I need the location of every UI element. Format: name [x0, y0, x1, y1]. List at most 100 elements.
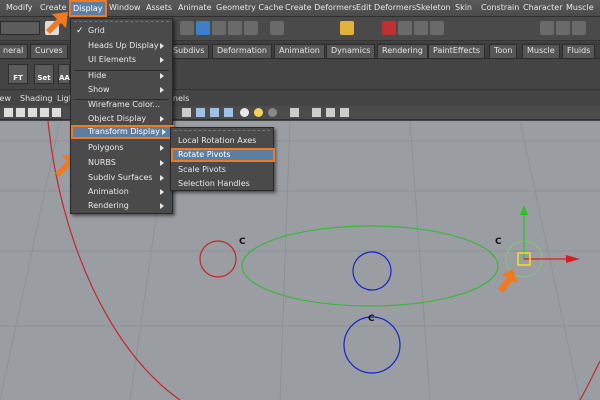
menu-item-polygons[interactable]: Polygons [73, 141, 170, 155]
submenu-arrow-icon [160, 116, 164, 122]
red-circle[interactable] [199, 240, 237, 278]
shelf-button-ft[interactable]: FT [8, 64, 28, 84]
wireframe-icon[interactable] [182, 108, 191, 117]
textured-icon[interactable] [224, 108, 233, 117]
wireframe-on-shaded-icon[interactable] [210, 108, 219, 117]
shelf-tab-deformation[interactable]: Deformation [212, 44, 272, 58]
menu-item-show[interactable]: Show [73, 83, 170, 97]
menu-item-selection-handles[interactable]: Selection Handles [173, 177, 271, 191]
menu-item-grid[interactable]: ✓ Grid [73, 24, 170, 38]
all-lights-icon[interactable] [254, 108, 263, 117]
image-plane-icon[interactable] [40, 108, 49, 117]
shelf-tab-rendering[interactable]: Rendering [377, 44, 428, 58]
menu-item-animation[interactable]: Animation [73, 185, 170, 199]
menu-item-hide[interactable]: Hide [73, 69, 170, 83]
menu-muscle[interactable]: Muscle [566, 3, 594, 12]
menu-item-local-rotation-axes[interactable]: Local Rotation Axes [173, 134, 271, 148]
shelf-tab-curves[interactable]: Curves [30, 44, 68, 58]
menu-tear-off[interactable] [174, 130, 270, 133]
blue-circle-bottom[interactable] [343, 316, 401, 374]
menu-item-rotate-pivots[interactable]: Rotate Pivots [171, 148, 275, 162]
menu-character[interactable]: Character [523, 3, 563, 12]
shelf-tab-toon[interactable]: Toon [489, 44, 518, 58]
menu-skin[interactable]: Skin [455, 3, 472, 12]
menu-item-label: Hide [88, 71, 107, 80]
panel-menu-view[interactable]: View [0, 94, 11, 103]
shelf-tab-animation[interactable]: Animation [274, 44, 325, 58]
menu-item-rendering[interactable]: Rendering [73, 199, 170, 213]
shelf-button-set[interactable]: Set [34, 64, 54, 84]
menu-item-wireframe-color[interactable]: Wireframe Color... [73, 98, 170, 112]
snap-grid-icon[interactable] [196, 21, 210, 35]
menu-item-scale-pivots[interactable]: Scale Pivots [173, 163, 271, 177]
panel-menu-shading[interactable]: Shading [20, 94, 53, 103]
default-light-icon[interactable] [240, 108, 249, 117]
render-icon[interactable] [382, 21, 396, 35]
menu-window[interactable]: Window [109, 3, 141, 12]
submenu-arrow-icon [160, 175, 164, 181]
camera-icon[interactable] [4, 108, 13, 117]
share-icon[interactable] [340, 108, 349, 117]
menu-item-ui-elements[interactable]: UI Elements [73, 53, 170, 67]
lock-icon[interactable] [340, 21, 354, 35]
submenu-arrow-icon [160, 43, 164, 49]
shelf-button-aa[interactable]: AA [58, 64, 70, 84]
hypershade-icon[interactable] [430, 21, 444, 35]
shelf-tab-dynamics[interactable]: Dynamics [326, 44, 376, 58]
mode-dropdown[interactable] [0, 21, 40, 35]
submenu-arrow-icon [160, 203, 164, 209]
xray-joints-icon[interactable] [326, 108, 335, 117]
grid-toggle-icon[interactable] [52, 108, 61, 117]
menu-assets[interactable]: Assets [146, 3, 172, 12]
render-settings-icon[interactable] [414, 21, 428, 35]
menu-item-label: Heads Up Display [88, 41, 159, 50]
menu-edit-deformers[interactable]: Edit Deformers [356, 3, 416, 12]
transform-display-submenu: Local Rotation Axes Rotate Pivots Scale … [170, 127, 275, 191]
isolate-select-icon[interactable] [312, 108, 321, 117]
menu-item-label: Scale Pivots [178, 165, 226, 174]
channel-box-icon[interactable] [540, 21, 554, 35]
menu-item-label: Show [88, 85, 110, 94]
attribute-editor-icon[interactable] [556, 21, 570, 35]
ipr-render-icon[interactable] [398, 21, 412, 35]
shelf-tab-general[interactable]: neral [0, 44, 29, 58]
menu-create-deformers[interactable]: Create Deformers [285, 3, 356, 12]
shelf-tab-subdivs[interactable]: Subdivs [168, 44, 210, 58]
menu-item-label: Polygons [88, 143, 124, 152]
menu-item-label: NURBS [88, 158, 116, 167]
menu-constrain[interactable]: Constrain [481, 3, 519, 12]
menu-item-heads-up-display[interactable]: Heads Up Display [73, 39, 170, 53]
menu-display[interactable]: Display [69, 0, 107, 17]
camera-attributes-icon[interactable] [16, 108, 25, 117]
menu-item-label: Rendering [88, 201, 129, 210]
snap-view-icon[interactable] [244, 21, 258, 35]
submenu-arrow-icon [160, 145, 164, 151]
tool-settings-icon[interactable] [572, 21, 586, 35]
xray-icon[interactable] [290, 108, 299, 117]
snap-curve-icon[interactable] [212, 21, 226, 35]
smooth-shade-icon[interactable] [196, 108, 205, 117]
submenu-arrow-icon [162, 129, 166, 135]
shelf-tab-painteffects[interactable]: PaintEffects [428, 44, 485, 58]
shelf-tab-fluids[interactable]: Fluids [562, 44, 596, 58]
submenu-arrow-icon [160, 189, 164, 195]
snap-point-icon[interactable] [228, 21, 242, 35]
menu-item-object-display[interactable]: Object Display [73, 112, 170, 126]
shelf-tab-muscle[interactable]: Muscle [522, 44, 560, 58]
menu-animate[interactable]: Animate [178, 3, 212, 12]
shadows-icon[interactable] [268, 108, 277, 117]
menu-item-nurbs[interactable]: NURBS [73, 156, 170, 170]
menu-item-label: Grid [88, 26, 105, 35]
menu-item-subdiv-surfaces[interactable]: Subdiv Surfaces [73, 171, 170, 185]
select-by-hierarchy-icon[interactable] [180, 21, 194, 35]
menu-geometry-cache[interactable]: Geometry Cache [216, 3, 283, 12]
history-icon[interactable] [270, 21, 284, 35]
green-ellipse[interactable] [241, 225, 499, 307]
menu-skeleton[interactable]: Skeleton [416, 3, 451, 12]
menu-modify[interactable]: Modify [6, 3, 33, 12]
menu-item-transform-display[interactable]: Transform Display [71, 125, 174, 139]
menu-item-label: Rotate Pivots [178, 150, 231, 159]
viewport-label-2: C [495, 237, 502, 247]
bookmark-icon[interactable] [28, 108, 37, 117]
blue-circle-center[interactable] [352, 251, 392, 291]
